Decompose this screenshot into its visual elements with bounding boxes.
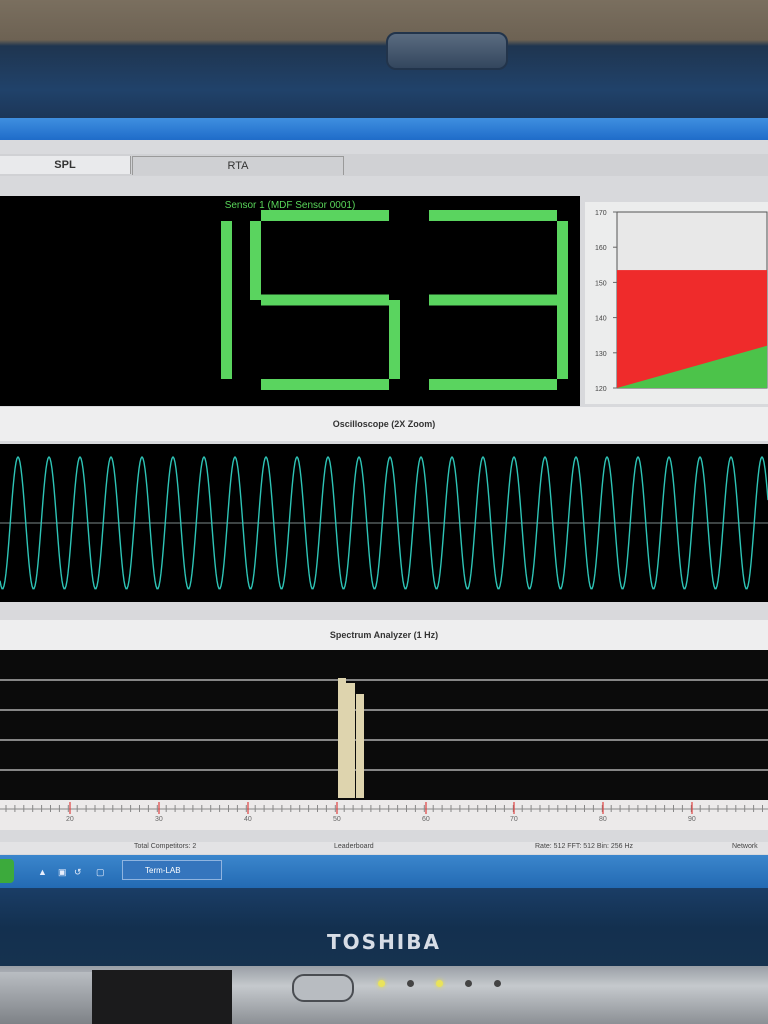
status-leaderboard[interactable]: Leaderboard [334, 843, 374, 850]
quicklaunch-icon[interactable]: ↺ [74, 867, 82, 878]
brand-logo: TOSHIBA [327, 930, 441, 954]
tab-strip: SPL RTA [0, 154, 768, 176]
axis-label: 80 [599, 816, 607, 823]
level-meter-graph: 170 160 150 140 130 120 [595, 210, 768, 393]
digit-segment [557, 221, 568, 300]
screen: SPL RTA Sensor 1 (MDF Sensor 0001) 170 16… [0, 118, 768, 888]
axis-label: 60 [422, 816, 430, 823]
digit-segment [557, 300, 568, 379]
laptop-base-left [0, 972, 92, 1024]
mail-led [494, 980, 501, 987]
digit-segment [261, 294, 389, 306]
tick-label: 160 [595, 245, 607, 252]
spectrum-plot [0, 650, 768, 800]
frequency-axis-ticks [0, 802, 768, 814]
digit-segment [389, 300, 400, 379]
tick-label: 140 [595, 316, 607, 323]
oscilloscope-title: Oscilloscope (2X Zoom) [0, 407, 768, 441]
battery-led [407, 980, 414, 987]
axis-label: 50 [333, 816, 341, 823]
digit-segment [261, 210, 389, 221]
tick-label: 150 [595, 280, 607, 287]
status-competitors: Total Competitors: 2 [134, 843, 197, 850]
taskbar-app-button[interactable]: Term-LAB [122, 860, 222, 880]
tick-label: 170 [595, 210, 607, 217]
digit-segment [261, 379, 389, 390]
window-titlebar [0, 118, 768, 140]
menu-bar [0, 140, 768, 154]
taskbar: ▲ ▣ ↺ ▢ Term-LAB [0, 855, 768, 888]
power-button[interactable] [292, 974, 354, 1002]
spl-value-display [221, 210, 568, 390]
quicklaunch-icon[interactable]: ▢ [96, 867, 105, 878]
spl-display: Sensor 1 (MDF Sensor 0001) [0, 196, 580, 406]
spectrum-bar [338, 678, 346, 798]
panel-separator [0, 602, 768, 620]
spectrum-bar [346, 683, 355, 798]
oscilloscope-plot [0, 444, 768, 602]
tab-spl[interactable]: SPL [0, 156, 131, 174]
digit-segment [429, 294, 557, 306]
laptop-hinge [92, 970, 232, 1024]
axis-label: 30 [155, 816, 163, 823]
axis-label: 40 [244, 816, 252, 823]
status-rate: Rate: 512 FFT: 512 Bin: 256 Hz [535, 843, 634, 850]
spectrum-title: Spectrum Analyzer (1 Hz) [0, 620, 768, 650]
laptop-latch [386, 32, 508, 70]
oscilloscope-trace [0, 455, 768, 590]
status-leds [378, 980, 501, 987]
tick-label: 130 [595, 351, 607, 358]
tab-rta[interactable]: RTA [132, 156, 344, 175]
digit-segment [250, 221, 261, 300]
disk-led [436, 980, 443, 987]
tick-label: 120 [595, 386, 607, 393]
power-led [378, 980, 385, 987]
wireless-led [465, 980, 472, 987]
quicklaunch-icon[interactable]: ▲ [38, 867, 47, 877]
spectrum-bar [356, 694, 364, 798]
status-bar: Total Competitors: 2 Leaderboard Rate: 5… [0, 842, 768, 854]
axis-label: 90 [688, 816, 696, 823]
laptop-bezel-top [0, 0, 768, 118]
status-network: Network [732, 843, 758, 850]
start-button[interactable] [0, 859, 14, 883]
digit-segment [221, 300, 232, 379]
digit-segment [429, 210, 557, 221]
frequency-axis: 20 30 40 50 60 70 80 90 [0, 800, 768, 830]
spectrum-bars [0, 678, 768, 798]
laptop-bezel-bottom [0, 888, 768, 968]
axis-label: 20 [66, 816, 74, 823]
axis-label: 70 [510, 816, 518, 823]
digit-segment [429, 379, 557, 390]
level-meter: 170 160 150 140 130 120 [585, 202, 768, 404]
quicklaunch-icon[interactable]: ▣ [58, 867, 67, 878]
digit-segment [221, 221, 232, 300]
